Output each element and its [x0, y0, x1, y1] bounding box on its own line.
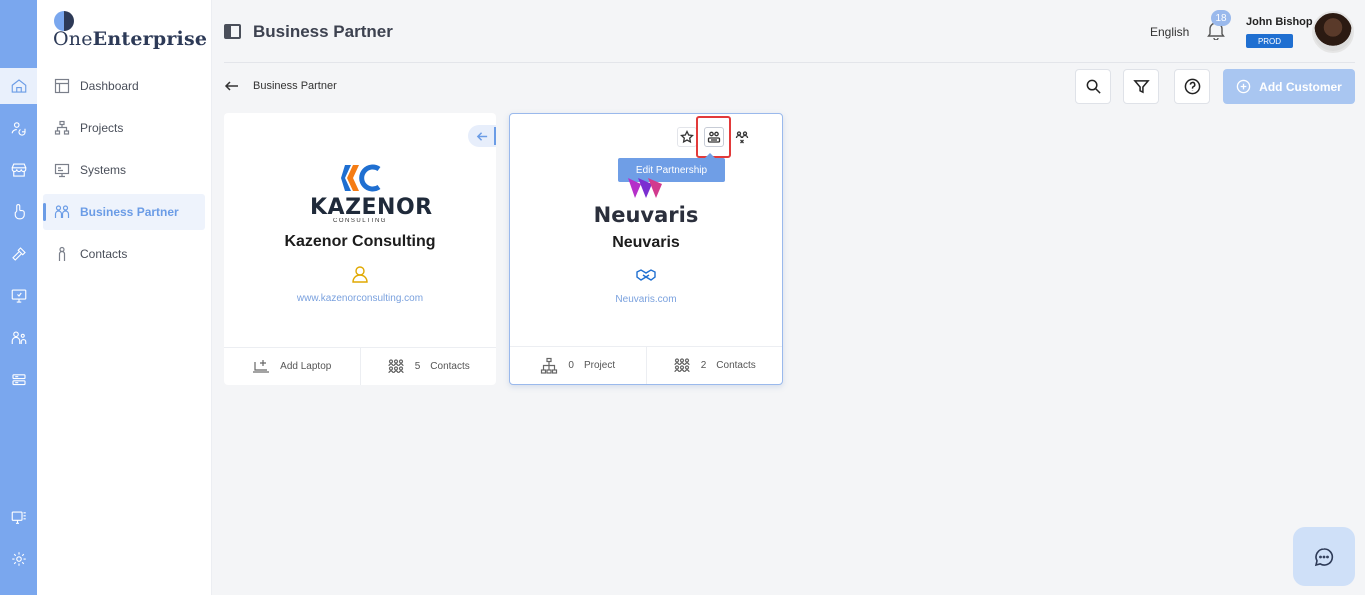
projects-link[interactable]: 0 Project [510, 347, 646, 384]
app-name: OneEnterprise [53, 28, 208, 50]
collapse-tab[interactable] [468, 125, 496, 147]
sidebar-item-label: Projects [80, 121, 124, 135]
neuvaris-logo-mark [628, 178, 662, 198]
logo-wordmark: KAZENOR [310, 195, 433, 220]
remove-partner-button[interactable] [732, 127, 752, 147]
partner-url[interactable]: www.kazenorconsulting.com [224, 293, 496, 304]
partner-logo: KAZENOR CONSULTING [310, 163, 433, 223]
partner-name: Neuvaris [612, 234, 680, 251]
sidebar-item-projects[interactable]: Projects [43, 110, 205, 146]
store-icon[interactable] [0, 152, 37, 188]
partner-name: Kazenor Consulting [284, 233, 436, 250]
partner-card[interactable]: Edit Partnership Neuvaris Neuvaris Neuva… [509, 113, 783, 385]
sidebar-item-systems[interactable]: Systems [43, 152, 205, 188]
person-icon [58, 246, 66, 261]
hand-pointer-icon[interactable] [0, 194, 37, 230]
environment-badge: PROD [1246, 34, 1293, 48]
contacts-link[interactable]: 2 Contacts [645, 347, 783, 384]
icon-rail [0, 0, 37, 595]
partner-card[interactable]: KAZENOR CONSULTING Kazenor Consulting ww… [224, 113, 496, 385]
edit-partnership-button[interactable] [696, 116, 731, 158]
partner-remove-icon [735, 131, 749, 144]
contacts-count: 2 [700, 360, 707, 371]
contacts-link[interactable]: 5 Contacts [359, 348, 497, 385]
search-icon [1086, 79, 1101, 94]
hammer-icon[interactable] [0, 236, 37, 272]
back-arrow-icon[interactable] [224, 78, 240, 94]
top-header: Business Partner English 18 John Bishop … [212, 0, 1365, 62]
kazenor-logo-mark [341, 164, 381, 192]
dashboard-icon [54, 78, 70, 94]
header-divider [224, 62, 1355, 63]
settings-gear-icon[interactable] [0, 541, 37, 577]
help-icon [1184, 78, 1200, 95]
people-icon[interactable] [0, 320, 37, 356]
notification-badge: 18 [1211, 10, 1231, 26]
sidebar-item-label: Systems [80, 163, 127, 177]
handshake-icon [636, 265, 656, 285]
filter-button[interactable] [1123, 69, 1159, 104]
sidebar-item-label: Business Partner [80, 205, 179, 219]
add-customer-label: Add Customer [1259, 79, 1342, 94]
language-selector[interactable]: English [1150, 25, 1189, 39]
sidebar-item-label: Dashboard [80, 79, 139, 93]
add-customer-button[interactable]: Add Customer [1223, 69, 1355, 104]
favorite-button[interactable] [677, 127, 697, 147]
desktop-grid-icon[interactable] [0, 500, 37, 536]
systems-icon [54, 163, 70, 178]
filter-icon [1132, 80, 1150, 94]
chat-button[interactable] [1293, 527, 1355, 586]
server-icon[interactable] [0, 362, 37, 398]
monitor-settings-icon[interactable] [0, 278, 37, 314]
footer-label: Add Laptop [280, 361, 332, 372]
sidebar-item-contacts[interactable]: Contacts [43, 236, 205, 272]
projects-count: 0 [568, 360, 574, 371]
user-name[interactable]: John Bishop [1246, 16, 1313, 28]
breadcrumb: Business Partner [253, 80, 337, 92]
plus-circle-icon [1236, 79, 1251, 94]
contacts-label: Contacts [430, 361, 470, 372]
add-laptop-button[interactable]: Add Laptop [224, 348, 360, 385]
hierarchy-icon [54, 120, 70, 135]
sidebar-item-label: Contacts [80, 247, 128, 261]
partner-url[interactable]: Neuvaris.com [510, 294, 782, 305]
laptop-add-icon [253, 359, 270, 373]
help-button[interactable] [1174, 69, 1210, 104]
app-logo[interactable]: OneEnterprise [53, 10, 207, 50]
sidebar-item-business-partner[interactable]: Business Partner [43, 194, 205, 230]
contacts-group-icon [388, 358, 404, 373]
star-icon [680, 130, 694, 144]
contacts-group-icon [674, 357, 690, 372]
logo-subtitle: CONSULTING [333, 218, 387, 223]
page-title: Business Partner [253, 22, 393, 41]
arrow-left-icon [476, 131, 487, 141]
card-footer: 0 Project 2 Contacts [510, 346, 782, 384]
card-footer: Add Laptop 5 Contacts [224, 347, 496, 385]
users-sync-icon[interactable] [0, 110, 37, 146]
panel-toggle-icon[interactable] [224, 24, 241, 39]
contacts-label: Contacts [716, 360, 756, 371]
avatar[interactable] [1312, 11, 1354, 53]
side-navigation: OneEnterprise Dashboard Projects Systems… [37, 0, 212, 595]
contacts-count: 5 [414, 361, 421, 372]
sidebar-item-dashboard[interactable]: Dashboard [43, 68, 205, 104]
customer-role-icon [350, 264, 370, 284]
search-button[interactable] [1075, 69, 1111, 104]
home-icon[interactable] [0, 68, 37, 104]
chat-icon [1314, 547, 1334, 566]
partnership-icon [707, 131, 720, 143]
projects-label: Project [583, 360, 616, 371]
logo-wordmark: Neuvaris [593, 203, 699, 227]
partner-icon [54, 205, 70, 218]
hierarchy-icon [541, 357, 558, 374]
